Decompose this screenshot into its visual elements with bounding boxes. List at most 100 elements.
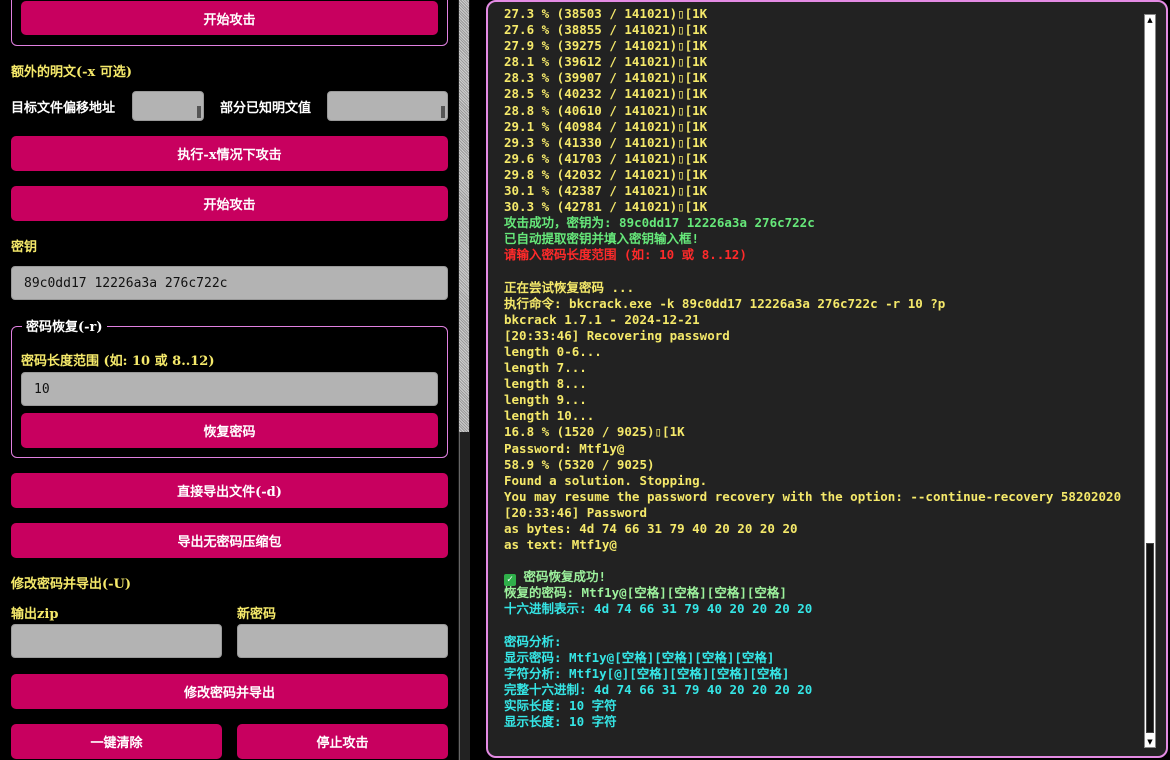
terminal-line-text: 28.5 % (40232 / 141021)▯[1K (504, 86, 708, 102)
export-nopassword-button[interactable]: 导出无密码压缩包 (11, 523, 448, 558)
terminal-line-text: 29.6 % (41703 / 141021)▯[1K (504, 150, 708, 166)
terminal-line: 正在尝试恢复密码 ... (504, 280, 1140, 296)
export-file-button[interactable]: 直接导出文件(-d) (11, 473, 448, 508)
terminal-line-text: 28.8 % (40610 / 141021)▯[1K (504, 102, 708, 118)
recover-legend: 密码恢复(-r) (22, 316, 107, 335)
terminal-line-text: length 9... (504, 392, 587, 408)
terminal-line: [20:33:46] Password (504, 505, 1140, 521)
password-range-input[interactable]: 10 (21, 372, 438, 406)
terminal-scrollbar-thumb[interactable] (1146, 543, 1154, 733)
scroll-down-icon[interactable]: ▼ (1145, 737, 1155, 747)
terminal-line: 29.8 % (42032 / 141021)▯[1K (504, 167, 1140, 183)
terminal-line-text: 字符分析: Mtf1y[@][空格][空格][空格][空格] (504, 665, 790, 681)
terminal-line: Found a solution. Stopping. (504, 473, 1140, 489)
terminal-line-text: [20:33:46] Password (504, 504, 647, 520)
scrollbar-track[interactable] (459, 432, 470, 760)
terminal-line-text: 29.1 % (40984 / 141021)▯[1K (504, 118, 708, 134)
terminal-line: 已自动提取密钥并填入密钥输入框! (504, 231, 1140, 247)
clear-all-button[interactable]: 一键清除 (11, 724, 222, 759)
terminal-line-text: 显示长度: 10 字符 (504, 714, 617, 730)
terminal-line-text: 密码恢复成功! (516, 569, 607, 585)
terminal-line: length 8... (504, 376, 1140, 392)
stop-attack-button[interactable]: 停止攻击 (237, 724, 448, 759)
terminal-line: 29.1 % (40984 / 141021)▯[1K (504, 119, 1140, 135)
terminal-line-text: 十六进制表示: 4d 74 66 31 79 40 20 20 20 20 (504, 601, 813, 617)
new-password-input[interactable] (237, 624, 448, 658)
terminal-line-text: 30.1 % (42387 / 141021)▯[1K (504, 183, 708, 199)
terminal-line-text: bkcrack 1.7.1 - 2024-12-21 (504, 311, 700, 327)
terminal-line-text: as text: Mtf1y@ (504, 537, 617, 553)
terminal-line-text: 密码分析: (504, 633, 562, 649)
scrollbar-thumb[interactable] (459, 0, 469, 432)
terminal-line: 执行命令: bkcrack.exe -k 89c0dd17 12226a3a 2… (504, 296, 1140, 312)
terminal-line: 28.3 % (39907 / 141021)▯[1K (504, 70, 1140, 86)
offset-input[interactable] (132, 91, 204, 121)
modify-export-button[interactable]: 修改密码并导出 (11, 674, 448, 709)
control-panel: 开始攻击 额外的明文(-x 可选) 目标文件偏移地址 部分已知明文值 执行-x情… (0, 0, 458, 760)
terminal-line-text: Found a solution. Stopping. (504, 472, 708, 488)
terminal-line-text: length 0-6... (504, 343, 602, 359)
terminal-line: 字符分析: Mtf1y[@][空格][空格][空格][空格] (504, 666, 1140, 682)
left-panel-scrollbar[interactable] (458, 0, 470, 760)
terminal-line: length 0-6... (504, 344, 1140, 360)
terminal-line: 显示密码: Mtf1y@[空格][空格][空格][空格] (504, 650, 1140, 666)
offset-label: 目标文件偏移地址 (11, 101, 116, 116)
terminal-line-text: 执行命令: bkcrack.exe -k 89c0dd17 12226a3a 2… (504, 295, 946, 311)
terminal-line: length 7... (504, 360, 1140, 376)
terminal-line-text: length 7... (504, 360, 587, 376)
partial-plaintext-input[interactable] (327, 91, 448, 121)
terminal-line-text: [20:33:46] Recovering password (504, 327, 730, 343)
resize-handle[interactable] (441, 106, 445, 118)
terminal-line: 16.8 % (1520 / 9025)▯[1K (504, 424, 1140, 440)
terminal-line: 请输入密码长度范围 (如: 10 或 8..12) (504, 247, 1140, 263)
terminal-line-text: 完整十六进制: 4d 74 66 31 79 40 20 20 20 20 (504, 681, 813, 697)
terminal-line: 显示长度: 10 字符 (504, 714, 1140, 730)
terminal-line-text: length 10... (504, 408, 595, 424)
start-attack-button[interactable]: 开始攻击 (11, 186, 448, 221)
terminal-line: 29.3 % (41330 / 141021)▯[1K (504, 135, 1140, 151)
recover-password-button[interactable]: 恢复密码 (21, 413, 438, 448)
terminal-output: 27.3 % (38503 / 141021)▯[1K 27.6 % (38855… (486, 0, 1168, 758)
terminal-line-text: as bytes: 4d 74 66 31 79 40 20 20 20 20 (504, 521, 798, 536)
terminal-line: 27.3 % (38503 / 141021)▯[1K (504, 6, 1140, 22)
exec-x-attack-button[interactable]: 执行-x情况下攻击 (11, 136, 448, 171)
password-range-label: 密码长度范围 (如: 10 或 8..12) (21, 354, 215, 369)
terminal-line: You may resume the password recovery wit… (504, 489, 1140, 505)
modify-password-label: 修改密码并导出(-U) (11, 577, 132, 592)
resize-handle[interactable] (197, 106, 201, 118)
terminal-line: 28.8 % (40610 / 141021)▯[1K (504, 103, 1140, 119)
terminal-line: 30.1 % (42387 / 141021)▯[1K (504, 183, 1140, 199)
terminal-line-text: 显示密码: Mtf1y@[空格][空格][空格][空格] (504, 649, 775, 665)
terminal-line-text: 29.8 % (42032 / 141021)▯[1K (504, 166, 708, 182)
partial-plaintext-label: 部分已知明文值 (220, 101, 312, 116)
terminal-line-text: 28.3 % (39907 / 141021)▯[1K (504, 70, 708, 86)
terminal-line-text: 27.9 % (39275 / 141021)▯[1K (504, 38, 708, 54)
terminal-line: length 9... (504, 392, 1140, 408)
terminal-line-text: 27.6 % (38855 / 141021)▯[1K (504, 22, 708, 38)
start-attack-button-top[interactable]: 开始攻击 (21, 1, 438, 35)
terminal-line: 58.9 % (5320 / 9025) (504, 457, 1140, 473)
terminal-line: 27.9 % (39275 / 141021)▯[1K (504, 38, 1140, 54)
terminal-scrollbar[interactable]: ▲ ▼ (1144, 14, 1156, 748)
terminal-line-text: 27.3 % (38503 / 141021)▯[1K (504, 6, 708, 21)
key-label: 密钥 (11, 240, 38, 255)
terminal-line: 28.5 % (40232 / 141021)▯[1K (504, 86, 1140, 102)
scroll-up-icon[interactable]: ▲ (1145, 15, 1155, 25)
key-input[interactable]: 89c0dd17 12226a3a 276c722c (11, 266, 448, 300)
terminal-line-text: 攻击成功，密钥为: 89c0dd17 12226a3a 276c722c (504, 215, 815, 231)
output-zip-input[interactable] (11, 624, 222, 658)
terminal-line-text: 16.8 % (1520 / 9025)▯[1K (504, 424, 685, 440)
extra-plaintext-label: 额外的明文(-x 可选) (11, 65, 132, 80)
terminal-line: 29.6 % (41703 / 141021)▯[1K (504, 151, 1140, 167)
terminal-line-text: 29.3 % (41330 / 141021)▯[1K (504, 134, 708, 150)
output-zip-label: 输出zip (11, 607, 59, 622)
terminal-line: as text: Mtf1y@ (504, 537, 1140, 553)
terminal-line: 攻击成功，密钥为: 89c0dd17 12226a3a 276c722c (504, 215, 1140, 231)
terminal-line: 实际长度: 10 字符 (504, 698, 1140, 714)
terminal-line-text: 正在尝试恢复密码 ... (504, 279, 635, 295)
terminal-line-text: 58.9 % (5320 / 9025) (504, 456, 655, 472)
terminal-line: length 10... (504, 408, 1140, 424)
